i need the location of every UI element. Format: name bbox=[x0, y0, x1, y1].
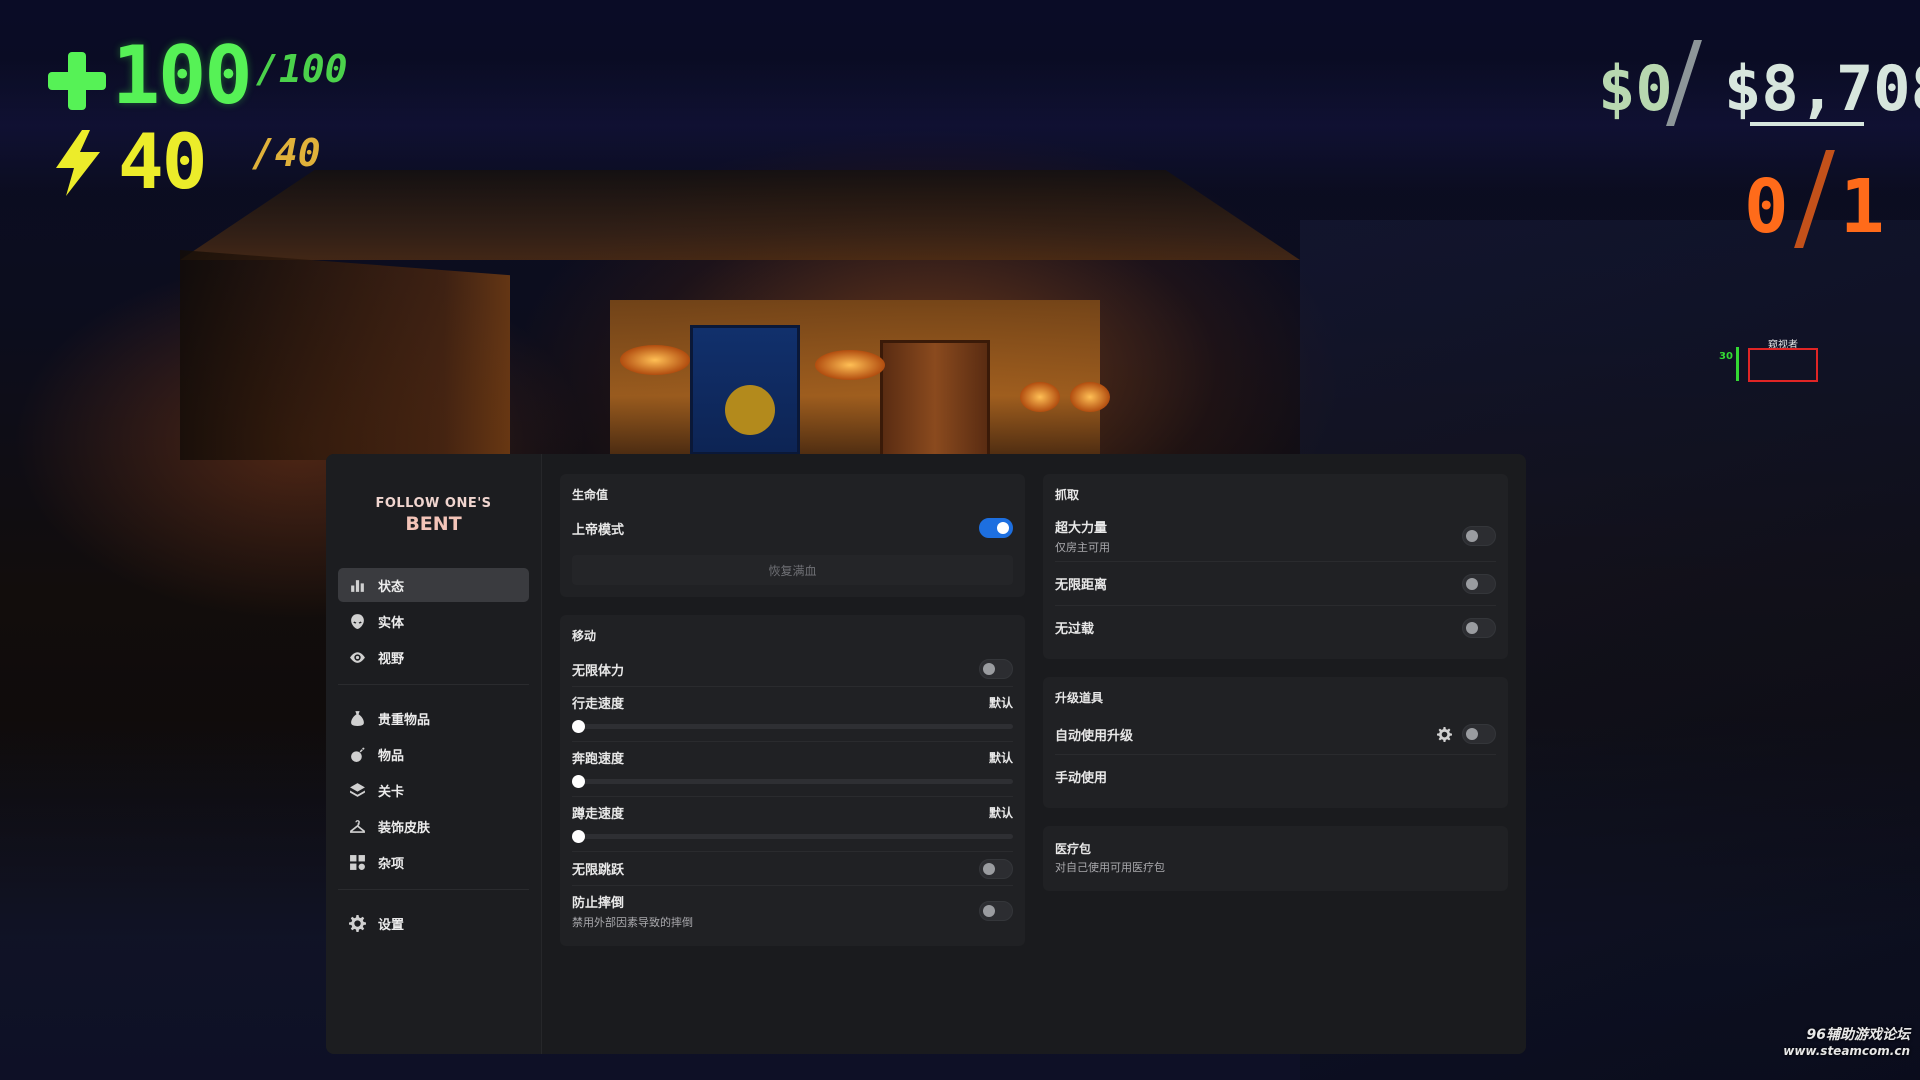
sidebar: FOLLOW ONE'S BENT 状态 实体 视野 贵重物品 物品 关卡 装饰… bbox=[326, 454, 542, 1054]
spectator-value: 30 bbox=[1719, 351, 1733, 362]
medkit-card-sub: 对自己使用可用医疗包 bbox=[1055, 861, 1165, 874]
money-bag-icon bbox=[348, 709, 366, 727]
health-value: 100 bbox=[112, 29, 252, 122]
sidebar-item-entities[interactable]: 实体 bbox=[338, 604, 529, 638]
wooden-door bbox=[880, 340, 990, 460]
god-mode-toggle[interactable] bbox=[979, 518, 1013, 538]
no-fall-toggle[interactable] bbox=[979, 901, 1013, 921]
movement-card: 移动 无限体力 行走速度 默认 奔跑速度 默认 蹲走速度 默认 无限跳跃 防止摔… bbox=[560, 615, 1025, 946]
infinite-stamina-toggle[interactable] bbox=[979, 659, 1013, 679]
infinite-jump-row: 无限跳跃 bbox=[572, 851, 1013, 885]
grab-card: 抓取 超大力量 仅房主可用 无限距离 无过载 bbox=[1043, 474, 1508, 659]
infinite-distance-row: 无限距离 bbox=[1055, 561, 1496, 605]
grid-gear-icon bbox=[348, 853, 366, 871]
spectator-bar bbox=[1736, 347, 1739, 381]
sidebar-item-valuables[interactable]: 贵重物品 bbox=[338, 701, 529, 735]
sprint-speed-slider[interactable] bbox=[572, 775, 1013, 788]
energy-bolt-icon bbox=[56, 130, 100, 196]
money-total: $8,708 bbox=[1724, 52, 1920, 125]
auto-upgrade-row: 自动使用升级 bbox=[1055, 714, 1496, 754]
upgrade-card: 升级道具 自动使用升级 手动使用 bbox=[1043, 677, 1508, 808]
sidebar-item-settings[interactable]: 设置 bbox=[338, 906, 529, 940]
energy-max: /40 bbox=[252, 131, 321, 175]
super-strength-toggle[interactable] bbox=[1462, 526, 1496, 546]
sidebar-item-misc[interactable]: 杂项 bbox=[338, 845, 529, 879]
crouch-speed-row: 蹲走速度 默认 bbox=[572, 796, 1013, 851]
slider-thumb[interactable] bbox=[572, 830, 585, 843]
sidebar-item-levels[interactable]: 关卡 bbox=[338, 773, 529, 807]
app-logo: FOLLOW ONE'S BENT bbox=[375, 496, 492, 535]
layers-icon bbox=[348, 781, 366, 799]
eye-icon bbox=[348, 648, 366, 666]
cheat-menu-panel: FOLLOW ONE'S BENT 状态 实体 视野 贵重物品 物品 关卡 装饰… bbox=[326, 454, 1526, 1054]
no-fall-row: 防止摔倒 禁用外部因素导致的摔倒 bbox=[572, 885, 1013, 936]
slider-thumb[interactable] bbox=[572, 720, 585, 733]
walk-speed-slider[interactable] bbox=[572, 720, 1013, 733]
health-max: /100 bbox=[256, 47, 348, 91]
infinite-distance-toggle[interactable] bbox=[1462, 573, 1496, 594]
no-overload-row: 无过载 bbox=[1055, 605, 1496, 649]
manual-upgrade-row[interactable]: 手动使用 bbox=[1055, 754, 1496, 798]
grab-card-title: 抓取 bbox=[1055, 488, 1080, 502]
gear-icon[interactable] bbox=[1437, 726, 1452, 742]
spectator-box bbox=[1748, 348, 1818, 382]
upgrade-card-title: 升级道具 bbox=[1055, 691, 1104, 705]
infinite-jump-toggle[interactable] bbox=[979, 858, 1013, 879]
gear-icon bbox=[348, 914, 366, 932]
health-card-title: 生命值 bbox=[572, 488, 609, 502]
god-mode-row: 上帝模式 bbox=[572, 511, 1013, 545]
nav-group-settings: 设置 bbox=[338, 902, 529, 950]
auto-upgrade-toggle[interactable] bbox=[1462, 724, 1496, 744]
energy-value: 40 bbox=[118, 117, 208, 206]
medkit-card[interactable]: 医疗包 对自己使用可用医疗包 bbox=[1043, 826, 1508, 891]
super-strength-row: 超大力量 仅房主可用 bbox=[1055, 511, 1496, 561]
sidebar-item-status[interactable]: 状态 bbox=[338, 568, 529, 602]
no-overload-toggle[interactable] bbox=[1462, 617, 1496, 638]
slider-thumb[interactable] bbox=[572, 775, 585, 788]
hanger-icon bbox=[348, 817, 366, 835]
infinite-stamina-row: 无限体力 bbox=[572, 652, 1013, 686]
health-plus-icon bbox=[48, 52, 106, 110]
settings-content: 生命值 上帝模式 恢复满血 移动 无限体力 行走速度 默认 奔跑速度 默认 蹲走… bbox=[542, 454, 1526, 1054]
nav-group-main: 状态 实体 视野 bbox=[338, 564, 529, 685]
alien-icon bbox=[348, 612, 366, 630]
extraction-total: 1 bbox=[1840, 164, 1885, 250]
medkit-card-title: 医疗包 bbox=[1055, 842, 1092, 856]
watermark: 96辅助游戏论坛 www.steamcom.cn bbox=[1783, 1027, 1910, 1058]
walk-speed-row: 行走速度 默认 bbox=[572, 686, 1013, 741]
restore-health-button[interactable]: 恢复满血 bbox=[572, 555, 1013, 585]
sprint-speed-row: 奔跑速度 默认 bbox=[572, 741, 1013, 796]
sidebar-item-skins[interactable]: 装饰皮肤 bbox=[338, 809, 529, 843]
crouch-speed-slider[interactable] bbox=[572, 830, 1013, 843]
sidebar-item-vision[interactable]: 视野 bbox=[338, 640, 529, 674]
left-column: 生命值 上帝模式 恢复满血 移动 无限体力 行走速度 默认 奔跑速度 默认 蹲走… bbox=[560, 474, 1025, 1054]
right-column: 抓取 超大力量 仅房主可用 无限距离 无过载 升级道具 自动使用升级 手动使用 … bbox=[1043, 474, 1508, 1054]
sidebar-item-items[interactable]: 物品 bbox=[338, 737, 529, 771]
nav-group-world: 贵重物品 物品 关卡 装饰皮肤 杂项 bbox=[338, 697, 529, 890]
bomb-icon bbox=[348, 745, 366, 763]
health-card: 生命值 上帝模式 恢复满血 bbox=[560, 474, 1025, 597]
movement-card-title: 移动 bbox=[572, 629, 597, 643]
extraction-current: 0 bbox=[1744, 164, 1789, 250]
bar-chart-icon bbox=[348, 576, 366, 594]
